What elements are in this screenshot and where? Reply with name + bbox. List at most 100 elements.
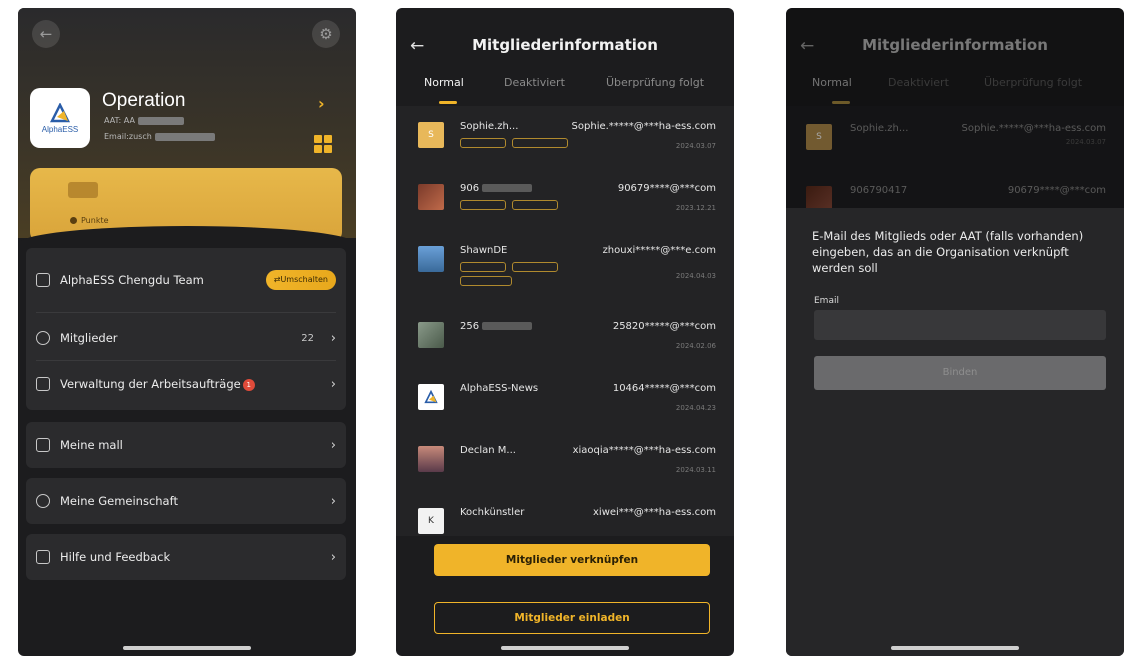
divider [36,360,336,361]
help-feedback-row[interactable]: Hilfe und Feedback › [26,537,346,577]
home-indicator [123,646,251,650]
member-list: S Sophie.zh... Sophie.*****@***ha-ess.co… [396,106,734,536]
member-name-text: 256 [460,321,480,332]
list-item[interactable]: 256 25820*****@***com 2024.02.06 [396,310,734,372]
back-icon[interactable]: ← [32,20,60,48]
work-orders-label: Verwaltung der Arbeitsaufträge 1 [60,377,255,392]
avatar [418,446,444,472]
status-tabs: Normal Deaktiviert Überprüfung folgt [396,76,734,100]
switch-team-button[interactable]: ⇄Umschalten [265,270,336,290]
qr-grid-icon[interactable] [314,135,332,153]
screen-organization-home: ← ⚙ AlphaESS Operation AAT: AA Email:zus… [18,8,356,656]
aat-text: AAT: AA [104,116,135,125]
community-label: Meine Gemeinschaft [60,493,178,508]
list-item[interactable]: AlphaESS-News 10464*****@***com 2024.04.… [396,372,734,434]
member-date: 2023.12.21 [675,204,716,212]
link-members-button[interactable]: Mitglieder verknüpfen [434,544,710,576]
switch-label: Umschalten [280,275,328,284]
community-card: Meine Gemeinschaft › [26,478,346,524]
email-label: Email [814,296,839,306]
member-name: 256 [460,321,533,332]
chevron-right-icon: › [330,493,336,509]
home-indicator [501,646,629,650]
members-row[interactable]: Mitglieder 22 › [26,318,346,358]
work-order-icon [36,377,50,391]
member-name: 906 [460,183,533,194]
tab-normal[interactable]: Normal [424,76,464,89]
points-label: Punkte [70,216,109,225]
list-item[interactable]: ShawnDE zhouxi*****@***e.com 2024.04.03 [396,234,734,308]
team-icon [36,273,50,287]
screen-link-member-dialog: ← Mitgliederinformation Normal Deaktivie… [786,8,1124,656]
member-email: xiaoqia*****@***ha-ess.com [572,445,716,456]
member-name: Declan M... [460,445,516,456]
tab-pending-review[interactable]: Überprüfung folgt [606,76,704,89]
logo-text: AlphaESS [41,124,79,134]
organization-email: Email:zusch [104,132,215,141]
member-date: 2024.04.23 [675,404,716,412]
member-date: 2024.02.06 [675,342,716,350]
home-indicator [891,646,1019,650]
organization-name: Operation [102,90,186,111]
organization-logo: AlphaESS [30,88,90,148]
redacted-points-value [68,182,98,198]
member-date: 2024.03.07 [675,142,716,150]
avatar [418,322,444,348]
members-label: Mitglieder [60,330,118,345]
member-email: Sophie.*****@***ha-ess.com [571,121,716,132]
settings-icon[interactable]: ⚙ [312,20,340,48]
invite-members-button[interactable]: Mitglieder einladen [434,602,710,634]
organization-aat: AAT: AA [104,116,184,125]
bind-button[interactable]: Binden [814,356,1106,390]
email-field[interactable] [814,310,1106,340]
help-feedback-label: Hilfe und Feedback [60,549,171,564]
chevron-right-icon: › [330,330,336,346]
active-tab-indicator [439,101,457,104]
avatar: K [418,508,444,534]
member-name: Sophie.zh... [460,121,519,132]
avatar [418,384,444,410]
list-item[interactable]: 906 90679****@***com 2023.12.21 [396,172,734,234]
role-tag [460,200,506,210]
avatar [418,246,444,272]
role-tag [512,138,568,148]
chevron-right-icon: › [330,437,336,453]
help-card: Hilfe und Feedback › [26,534,346,580]
role-tag [460,276,512,286]
link-member-sheet: E-Mail des Mitglieds oder AAT (falls vor… [786,208,1124,656]
link-instructions: E-Mail des Mitglieds oder AAT (falls vor… [812,229,1084,275]
my-mall-row[interactable]: Meine mall › [26,425,346,465]
divider [36,312,336,313]
feedback-icon [36,550,50,564]
chevron-right-icon: › [330,549,336,565]
team-label: AlphaESS Chengdu Team [60,272,204,287]
redacted-name [482,322,533,330]
work-orders-row[interactable]: Verwaltung der Arbeitsaufträge 1 › [26,364,346,404]
member-email: zhouxi*****@***e.com [602,245,716,256]
team-row[interactable]: AlphaESS Chengdu Team ⇄Umschalten [26,256,346,304]
member-date: 2024.04.03 [675,272,716,280]
screen-member-information: ← Mitgliederinformation Normal Deaktivie… [396,8,734,656]
list-item[interactable]: K Kochkünstler xiwei***@***ha-ess.com [396,496,734,536]
role-tag [460,262,506,272]
tab-deactivated[interactable]: Deaktiviert [504,76,565,89]
list-item[interactable]: Declan M... xiaoqia*****@***ha-ess.com 2… [396,434,734,496]
work-orders-text: Verwaltung der Arbeitsaufträge [60,376,241,391]
redacted-email [154,132,215,141]
role-tag [512,262,558,272]
chevron-right-icon: › [330,376,336,392]
page-title: Mitgliederinformation [472,36,658,54]
avatar: S [418,122,444,148]
role-tag [512,200,558,210]
member-email: 10464*****@***com [612,383,716,394]
member-name: Kochkünstler [460,507,525,518]
community-row[interactable]: Meine Gemeinschaft › [26,481,346,521]
role-tag [460,138,506,148]
community-icon [36,494,50,508]
my-mall-label: Meine mall [60,437,123,452]
list-item[interactable]: S Sophie.zh... Sophie.*****@***ha-ess.co… [396,110,734,172]
member-email: xiwei***@***ha-ess.com [593,507,716,518]
alphaess-logo-icon [424,390,438,404]
chevron-right-icon[interactable]: › [318,94,325,113]
member-name: ShawnDE [460,245,508,256]
